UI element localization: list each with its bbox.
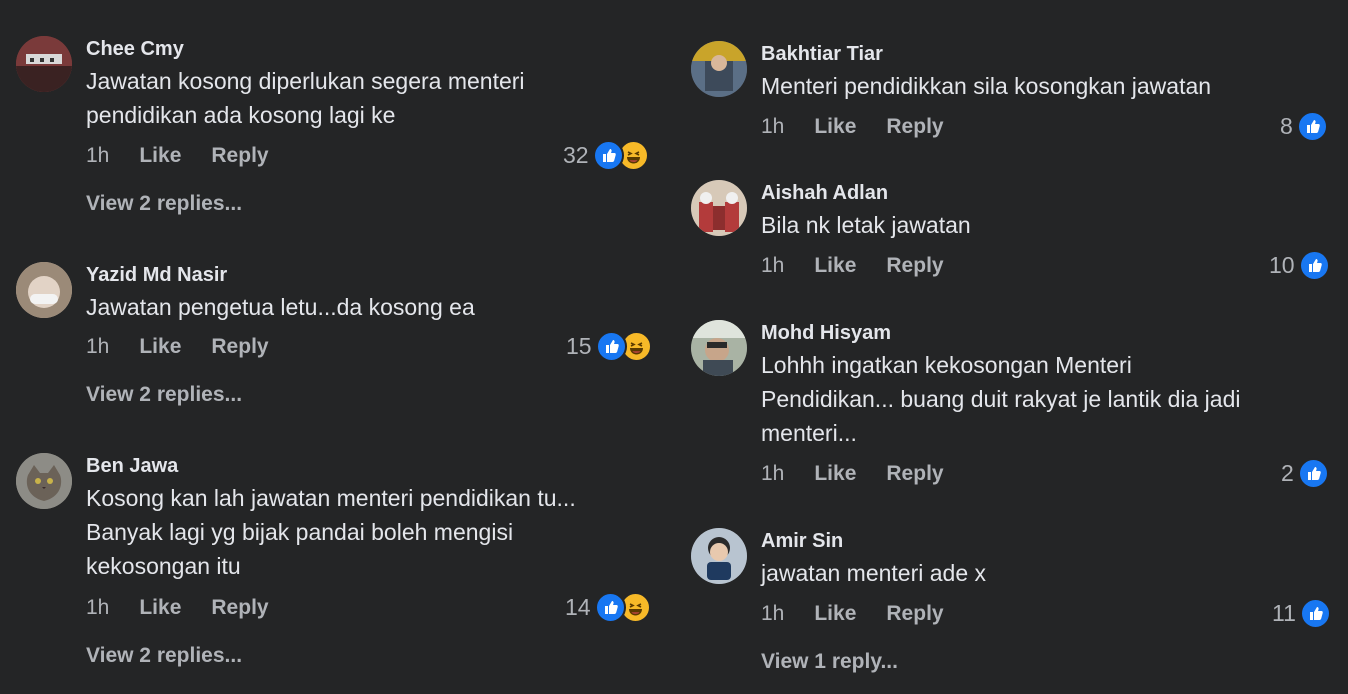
comment-text: Bila nk letak jawatan	[761, 208, 1331, 242]
reply-button[interactable]: Reply	[886, 602, 943, 626]
comment-author[interactable]: Amir Sin	[761, 528, 1331, 554]
reaction-summary[interactable]: 32	[563, 140, 649, 171]
reply-button[interactable]: Reply	[211, 335, 268, 359]
view-replies-link[interactable]: View 1 reply...	[761, 650, 898, 674]
like-icon	[1299, 598, 1331, 629]
comment-text-line: jawatan menteri ade x	[761, 560, 987, 586]
comment-author[interactable]: Yazid Md Nasir	[86, 262, 666, 288]
like-button[interactable]: Like	[139, 596, 181, 620]
comment-author[interactable]: Mohd Hisyam	[761, 320, 1331, 346]
avatar[interactable]	[16, 262, 72, 318]
avatar[interactable]	[691, 320, 747, 376]
avatar[interactable]	[16, 453, 72, 509]
reaction-count: 8	[1280, 113, 1293, 139]
like-icon	[1298, 250, 1330, 281]
comment-text: Menteri pendidikkan sila kosongkan jawat…	[761, 69, 1331, 103]
reaction-summary[interactable]: 10	[1269, 250, 1330, 281]
comment-text: Kosong kan lah jawatan menteri pendidika…	[86, 481, 666, 583]
comment-text: jawatan menteri ade x	[761, 556, 1331, 590]
reaction-count: 14	[565, 594, 591, 620]
reaction-summary[interactable]: 11	[1272, 598, 1331, 629]
avatar[interactable]	[691, 41, 747, 97]
reply-button[interactable]: Reply	[886, 462, 943, 486]
comment-text: Lohhh ingatkan kekosongan Menteri Pendid…	[761, 348, 1331, 450]
avatar[interactable]	[691, 180, 747, 236]
comment-text: Jawatan pengetua letu...da kosong ea	[86, 290, 666, 324]
like-button[interactable]: Like	[814, 254, 856, 278]
like-icon	[1297, 458, 1329, 489]
avatar[interactable]	[691, 528, 747, 584]
like-button[interactable]: Like	[814, 115, 856, 139]
reaction-count: 10	[1269, 252, 1295, 278]
like-icon	[1296, 111, 1328, 142]
reaction-count: 32	[563, 142, 589, 168]
like-icon	[592, 140, 624, 171]
comment-timestamp[interactable]: 1h	[86, 596, 109, 620]
reaction-count: 11	[1272, 600, 1296, 626]
comment-author[interactable]: Ben Jawa	[86, 453, 666, 479]
reaction-count: 15	[566, 333, 592, 359]
view-replies-link[interactable]: View 2 replies...	[86, 192, 242, 216]
comment-text: Jawatan kosong diperlukan segera menteri…	[86, 64, 666, 132]
like-button[interactable]: Like	[814, 602, 856, 626]
comment-actions: 1h Like Reply	[761, 602, 974, 626]
reply-button[interactable]: Reply	[886, 254, 943, 278]
comment-text-line: kekosongan itu	[86, 553, 241, 579]
comment-author[interactable]: Aishah Adlan	[761, 180, 1331, 206]
like-button[interactable]: Like	[139, 335, 181, 359]
reply-button[interactable]: Reply	[211, 596, 268, 620]
reaction-summary[interactable]: 2	[1281, 458, 1329, 489]
comment-actions: 1h Like Reply	[86, 144, 299, 168]
comment-timestamp[interactable]: 1h	[86, 144, 109, 168]
comment-text-line: Bila nk letak jawatan	[761, 212, 971, 238]
comment-actions: 1h Like Reply	[761, 254, 974, 278]
reply-button[interactable]: Reply	[886, 115, 943, 139]
comment-text-line: Menteri pendidikkan sila kosongkan jawat…	[761, 73, 1212, 99]
reaction-count: 2	[1281, 460, 1294, 486]
comment-actions: 1h Like Reply	[86, 596, 299, 620]
comment-author[interactable]: Chee Cmy	[86, 36, 666, 62]
like-button[interactable]: Like	[139, 144, 181, 168]
comment-timestamp[interactable]: 1h	[761, 462, 784, 486]
comment-actions: 1h Like Reply	[761, 462, 974, 486]
comment-text-line: Pendidikan... buang duit rakyat je lanti…	[761, 386, 1241, 412]
reaction-summary[interactable]: 14	[565, 592, 651, 623]
comment-timestamp[interactable]: 1h	[761, 254, 784, 278]
avatar[interactable]	[16, 36, 72, 92]
comment-timestamp[interactable]: 1h	[761, 602, 784, 626]
comment-actions: 1h Like Reply	[761, 115, 974, 139]
comment-actions: 1h Like Reply	[86, 335, 299, 359]
like-icon	[594, 592, 626, 623]
comment-text-line: Kosong kan lah jawatan menteri pendidika…	[86, 485, 576, 511]
comment-text-line: Banyak lagi yg bijak pandai boleh mengis…	[86, 519, 514, 545]
reply-button[interactable]: Reply	[211, 144, 268, 168]
comment-text-line: Lohhh ingatkan kekosongan Menteri	[761, 352, 1132, 378]
comment-author[interactable]: Bakhtiar Tiar	[761, 41, 1331, 67]
reaction-summary[interactable]: 15	[566, 331, 652, 362]
comment-text-line: menteri...	[761, 420, 857, 446]
comment-timestamp[interactable]: 1h	[86, 335, 109, 359]
reaction-summary[interactable]: 8	[1280, 111, 1328, 142]
comment-timestamp[interactable]: 1h	[761, 115, 784, 139]
view-replies-link[interactable]: View 2 replies...	[86, 644, 242, 668]
like-button[interactable]: Like	[814, 462, 856, 486]
view-replies-link[interactable]: View 2 replies...	[86, 383, 242, 407]
comment-text-line: Jawatan pengetua letu...da kosong ea	[86, 294, 475, 320]
comment-text-line: pendidikan ada kosong lagi ke	[86, 102, 396, 128]
like-icon	[595, 331, 627, 362]
comment-text-line: Jawatan kosong diperlukan segera menteri	[86, 68, 525, 94]
